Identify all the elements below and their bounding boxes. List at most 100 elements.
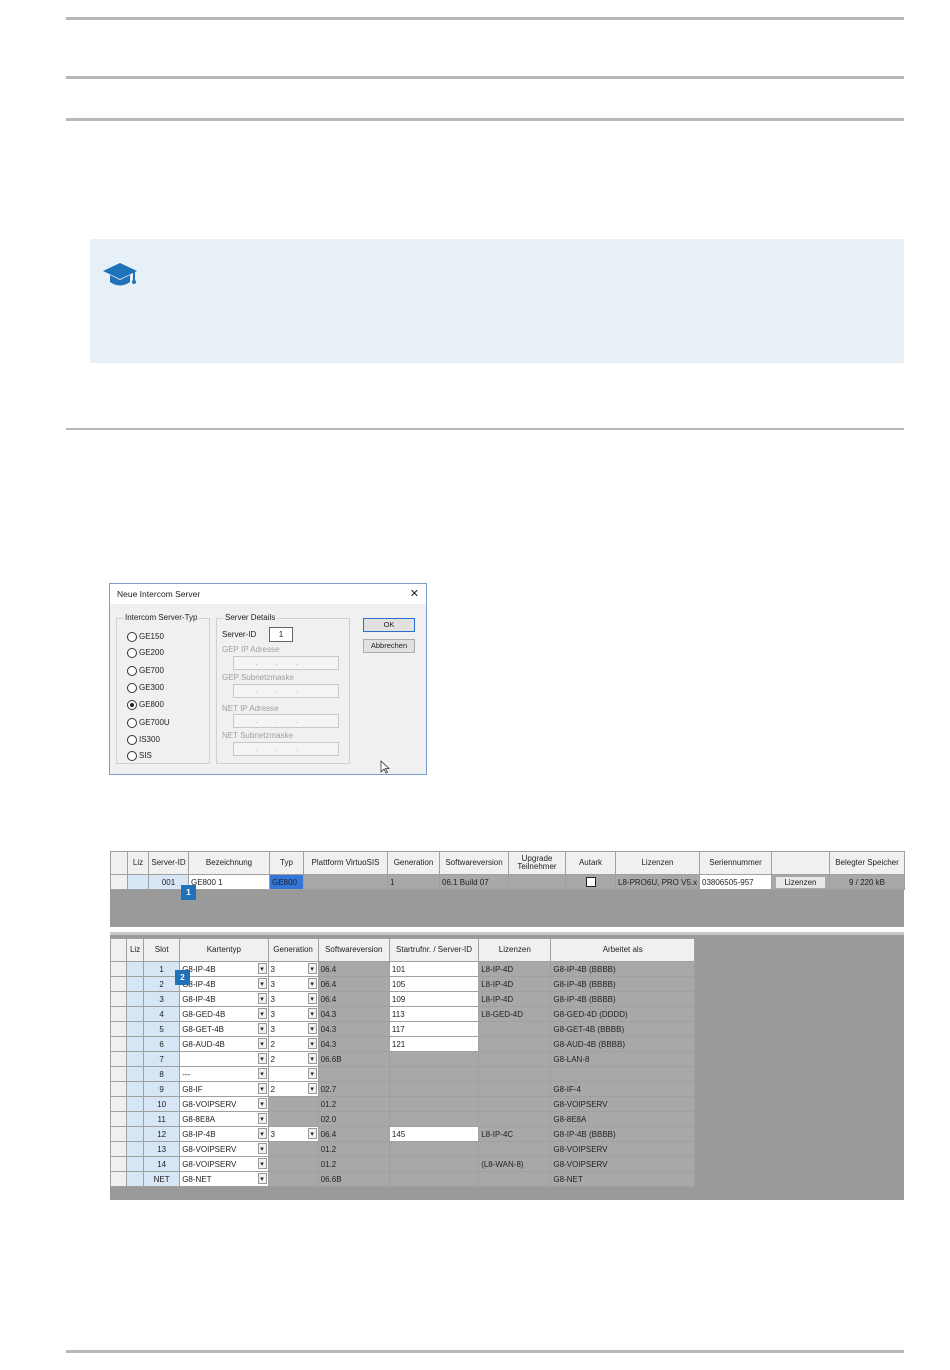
col-header-seriennummer[interactable]: Seriennummer xyxy=(699,851,772,875)
cell-liz[interactable] xyxy=(126,1066,145,1082)
cell-typ[interactable]: GE800 xyxy=(269,874,304,890)
cell-lizenzen[interactable] xyxy=(478,1051,552,1067)
col-header-arbeitet-als[interactable]: Arbeitet als xyxy=(550,938,695,962)
gep-subnet-input[interactable]: ... xyxy=(233,684,339,698)
table-row[interactable]: 10G8-VOIPSERV01.2G8-VOIPSERV xyxy=(109,1096,695,1112)
cell-slot[interactable]: 4 xyxy=(143,1006,181,1022)
row-indicator[interactable] xyxy=(109,991,128,1007)
col-header-liz[interactable]: Liz xyxy=(126,938,145,962)
row-indicator[interactable] xyxy=(109,1141,128,1157)
cell-kartentyp[interactable]: G8-VOIPSERV xyxy=(179,1156,269,1172)
table-row[interactable]: 5G8-GET-4B304.3117 G8-GET-4B (BBBB) xyxy=(109,1021,695,1037)
cell-arbeitet-als[interactable]: G8-VOIPSERV xyxy=(550,1141,695,1157)
cell-lizenzen[interactable] xyxy=(478,1081,552,1097)
cell-bezeichnung[interactable]: GE800 1 xyxy=(188,874,270,890)
row-indicator[interactable] xyxy=(109,1006,128,1022)
cell-kartentyp[interactable]: G8-GED-4B xyxy=(179,1006,269,1022)
radio-ge200[interactable]: GE200 xyxy=(127,647,164,659)
row-indicator[interactable] xyxy=(109,1156,128,1172)
cell-upgrade[interactable] xyxy=(508,874,566,890)
cell-softwareversion[interactable]: 04.3 xyxy=(317,1036,390,1052)
cell-autark[interactable] xyxy=(565,874,616,890)
cell-slot[interactable]: 8 xyxy=(143,1066,181,1082)
cell-generation[interactable] xyxy=(267,1171,319,1187)
cell-arbeitet-als[interactable]: G8-VOIPSERV xyxy=(550,1096,695,1112)
row-indicator[interactable] xyxy=(109,1096,128,1112)
cell-softwareversion[interactable]: 01.2 xyxy=(317,1141,390,1157)
cell-generation[interactable]: 2 xyxy=(267,1081,319,1097)
cell-slot[interactable]: 3 xyxy=(143,991,181,1007)
cancel-button[interactable]: Abbrechen xyxy=(363,639,415,653)
cell-generation[interactable]: 2 xyxy=(267,1051,319,1067)
radio-sis[interactable]: SIS xyxy=(127,750,152,762)
radio-is300[interactable]: IS300 xyxy=(127,734,160,746)
cell-slot[interactable]: 7 xyxy=(143,1051,181,1067)
row-indicator[interactable] xyxy=(109,1021,128,1037)
cell-kartentyp[interactable]: G8-8E8A xyxy=(179,1111,269,1127)
cell-slot[interactable]: 12 xyxy=(143,1126,181,1142)
cell-liz[interactable] xyxy=(126,976,145,992)
cell-generation[interactable]: 3 xyxy=(267,961,319,977)
autark-checkbox[interactable] xyxy=(585,877,596,887)
cell-generation[interactable]: 2 xyxy=(267,1036,319,1052)
table-row[interactable]: 7 206.6B G8-LAN-8 xyxy=(109,1051,695,1067)
col-header-kartentyp[interactable]: Kartentyp xyxy=(179,938,269,962)
row-indicator[interactable] xyxy=(109,1051,128,1067)
cell-kartentyp[interactable]: G8-VOIPSERV xyxy=(179,1141,269,1157)
cell-kartentyp[interactable] xyxy=(179,1051,269,1067)
table-row[interactable]: 8 --- xyxy=(109,1066,695,1082)
cell-lizenzen[interactable]: L8-IP-4D xyxy=(478,961,552,977)
col-header-typ[interactable]: Typ xyxy=(269,851,304,875)
col-header-server-id[interactable]: Server-ID xyxy=(148,851,189,875)
cell-softwareversion[interactable]: 02.0 xyxy=(317,1111,390,1127)
row-indicator[interactable] xyxy=(109,976,128,992)
row-indicator[interactable] xyxy=(109,1111,128,1127)
cell-slot[interactable]: 14 xyxy=(143,1156,181,1172)
cell-lizenzen-button[interactable]: Lizenzen xyxy=(771,874,830,890)
cell-startrufnr[interactable] xyxy=(388,1171,480,1187)
col-header-speicher[interactable]: Belegter Speicher xyxy=(829,851,905,875)
ok-button[interactable]: OK xyxy=(363,618,415,632)
net-ip-input[interactable]: ... xyxy=(233,714,339,728)
cell-lizenzen[interactable] xyxy=(478,1036,552,1052)
cell-lizenzen[interactable] xyxy=(478,1141,552,1157)
cell-lizenzen[interactable]: L8-IP-4D xyxy=(478,976,552,992)
cell-generation[interactable] xyxy=(267,1066,319,1082)
cell-liz[interactable] xyxy=(126,961,145,977)
cell-startrufnr[interactable] xyxy=(388,1156,480,1172)
col-header-slot[interactable]: Slot xyxy=(143,938,181,962)
cell-liz[interactable] xyxy=(126,1111,145,1127)
table-row[interactable]: 4G8-GED-4B304.3113L8-GED-4DG8-GED-4D (DD… xyxy=(109,1006,695,1022)
cell-slot[interactable]: 6 xyxy=(143,1036,181,1052)
cell-kartentyp[interactable]: G8-IP-4B xyxy=(179,961,269,977)
close-icon[interactable]: ✕ xyxy=(410,584,419,604)
cell-startrufnr[interactable] xyxy=(388,1111,480,1127)
cell-kartentyp[interactable]: G8-VOIPSERV xyxy=(179,1096,269,1112)
cell-lizenzen[interactable]: L8-IP-4C xyxy=(478,1126,552,1142)
cell-arbeitet-als[interactable]: G8-IF-4 xyxy=(550,1081,695,1097)
col-header-softwareversion[interactable]: Softwareversion xyxy=(317,938,390,962)
table-row[interactable]: 6G8-AUD-4B204.3121 G8-AUD-4B (BBBB) xyxy=(109,1036,695,1052)
cell-softwareversion[interactable]: 06.4 xyxy=(317,1126,390,1142)
cell-liz[interactable] xyxy=(126,1156,145,1172)
cell-kartentyp[interactable]: G8-NET xyxy=(179,1171,269,1187)
cell-startrufnr[interactable] xyxy=(388,1096,480,1112)
table-row[interactable]: NETG8-NET06.6BG8-NET xyxy=(109,1171,695,1187)
col-header-lizenzen[interactable]: Lizenzen xyxy=(478,938,552,962)
row-indicator[interactable] xyxy=(110,874,128,890)
row-indicator[interactable] xyxy=(109,1066,128,1082)
cell-liz[interactable] xyxy=(126,1096,145,1112)
cell-startrufnr[interactable]: 105 xyxy=(388,976,480,992)
cell-liz[interactable] xyxy=(126,1171,145,1187)
radio-ge800[interactable]: GE800 xyxy=(127,699,164,711)
cell-softwareversion[interactable]: 06.4 xyxy=(317,991,390,1007)
table-row[interactable]: 13G8-VOIPSERV01.2G8-VOIPSERV xyxy=(109,1141,695,1157)
cell-generation[interactable]: 3 xyxy=(267,1021,319,1037)
cell-liz[interactable] xyxy=(126,1021,145,1037)
cell-arbeitet-als[interactable]: G8-8E8A xyxy=(550,1111,695,1127)
cell-startrufnr[interactable]: 113 xyxy=(388,1006,480,1022)
cell-startrufnr[interactable] xyxy=(388,1081,480,1097)
table-row[interactable]: 2G8-IP-4B306.4105L8-IP-4DG8-IP-4B (BBBB) xyxy=(109,976,695,992)
cell-arbeitet-als[interactable]: G8-VOIPSERV xyxy=(550,1156,695,1172)
table-row[interactable]: 1G8-IP-4B306.4101L8-IP-4DG8-IP-4B (BBBB) xyxy=(109,961,695,977)
